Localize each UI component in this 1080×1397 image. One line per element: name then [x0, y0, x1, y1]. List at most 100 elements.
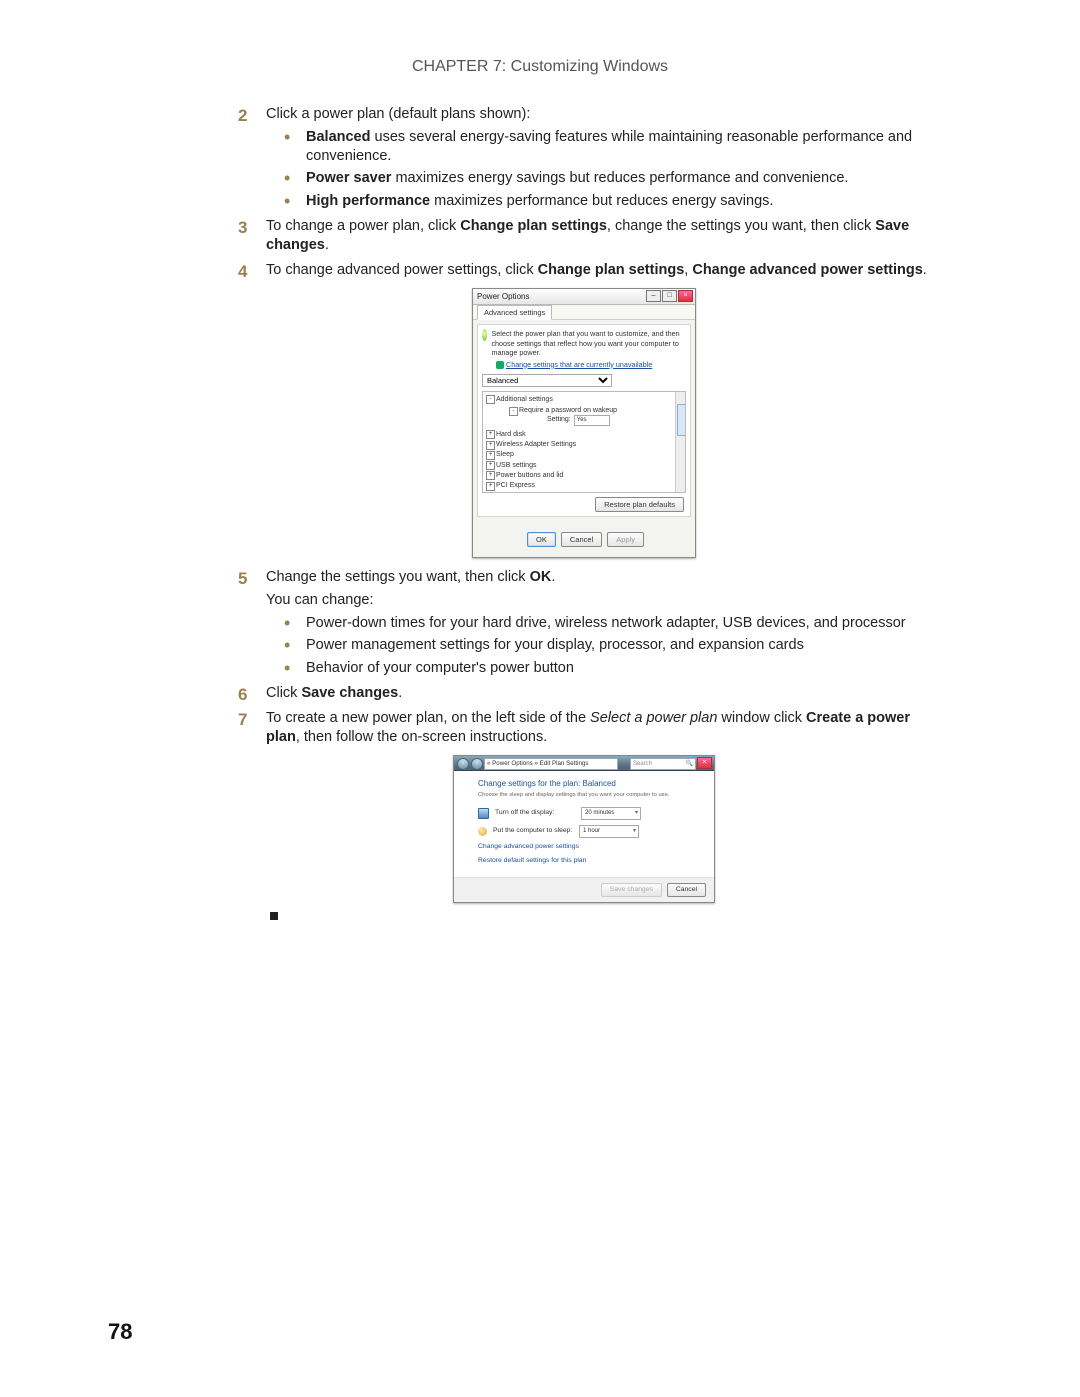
bullet-text: maximizes energy savings but reduces per…: [391, 170, 848, 186]
step-number: 3: [238, 217, 247, 239]
maximize-button[interactable]: □: [662, 290, 677, 302]
restore-defaults-button[interactable]: Restore plan defaults: [595, 497, 684, 512]
step-number: 5: [238, 568, 247, 590]
scrollbar-thumb[interactable]: [677, 404, 686, 436]
tree-item[interactable]: Sleep: [496, 451, 514, 458]
bullet-item: Behavior of your computer's power button: [266, 659, 930, 678]
step-number: 7: [238, 709, 247, 731]
close-button[interactable]: ×: [697, 757, 712, 769]
tree-toggle-icon[interactable]: +: [486, 482, 495, 491]
step-text: To change a power plan, click Change pla…: [266, 218, 909, 253]
step-number: 4: [238, 261, 247, 283]
edit-plan-settings-window: ‹ › « Power Options » Edit Plan Settings…: [453, 755, 715, 903]
sleep-row: Put the computer to sleep: 1 hour: [478, 825, 690, 838]
bullet-item: Balanced uses several energy-saving feat…: [266, 128, 930, 166]
restore-defaults-link[interactable]: Restore default settings for this plan: [478, 857, 690, 866]
step-6: 6 Click Save changes.: [238, 684, 930, 703]
page-number: 78: [108, 1319, 132, 1345]
display-off-dropdown[interactable]: 20 minutes: [581, 807, 641, 820]
bullet-bold: High performance: [306, 193, 430, 209]
save-changes-button[interactable]: Save changes: [601, 883, 662, 897]
display-off-row: Turn off the display: 20 minutes: [478, 807, 690, 820]
step-number: 2: [238, 105, 247, 127]
cancel-button[interactable]: Cancel: [561, 532, 602, 547]
document-page: CHAPTER 7: Customizing Windows 2 Click a…: [0, 0, 1080, 1397]
page-header: CHAPTER 7: Customizing Windows: [0, 58, 1080, 76]
search-icon: 🔍: [686, 759, 693, 769]
uac-link[interactable]: Change settings that are currently unava…: [496, 360, 686, 370]
nav-forward-icon[interactable]: ›: [471, 758, 483, 770]
tree-item[interactable]: Wireless Adapter Settings: [496, 441, 576, 448]
tab-advanced-settings[interactable]: Advanced settings: [477, 305, 552, 320]
search-input[interactable]: Search🔍: [630, 758, 696, 770]
window-chrome: ‹ › « Power Options » Edit Plan Settings…: [454, 756, 714, 771]
step-text: To create a new power plan, on the left …: [266, 710, 910, 745]
subheading: Choose the sleep and display settings th…: [478, 792, 690, 800]
end-of-section: [238, 907, 930, 926]
step-3: 3 To change a power plan, click Change p…: [238, 217, 930, 255]
breadcrumb[interactable]: « Power Options » Edit Plan Settings: [484, 758, 618, 770]
dialog-title: Power Options: [477, 292, 529, 301]
step-5: 5 Change the settings you want, then cli…: [238, 568, 930, 678]
tree-item[interactable]: Require a password on wakeup: [519, 407, 617, 414]
bullet-text: maximizes performance but reduces energy…: [430, 193, 773, 209]
tree-toggle-icon[interactable]: -: [509, 407, 518, 416]
shield-icon: [496, 361, 504, 369]
bullet-item: Power saver maximizes energy savings but…: [266, 169, 930, 188]
bullet-bold: Power saver: [306, 170, 391, 186]
settings-tree[interactable]: -Additional settings -Require a password…: [482, 391, 686, 493]
tree-item[interactable]: Power buttons and lid: [496, 472, 563, 479]
step-7: 7 To create a new power plan, on the lef…: [238, 709, 930, 747]
end-mark-icon: [270, 912, 278, 920]
row-label: Put the computer to sleep:: [493, 827, 573, 836]
step-2: 2 Click a power plan (default plans show…: [238, 105, 930, 211]
step-4: 4 To change advanced power settings, cli…: [238, 261, 930, 280]
minimize-button[interactable]: –: [646, 290, 661, 302]
power-options-dialog: Power Options – □ × Advanced settings Se…: [472, 288, 696, 558]
moon-icon: [478, 827, 487, 836]
tree-toggle-icon[interactable]: +: [486, 492, 495, 493]
tab-row: Advanced settings: [473, 305, 695, 320]
apply-button[interactable]: Apply: [607, 532, 644, 547]
nav-back-icon[interactable]: ‹: [457, 758, 469, 770]
step-text: To change advanced power settings, click…: [266, 262, 927, 278]
cancel-button[interactable]: Cancel: [667, 883, 706, 897]
tree-item[interactable]: USB settings: [496, 462, 536, 469]
step-number: 6: [238, 684, 247, 706]
bullet-text: uses several energy-saving features whil…: [306, 129, 912, 164]
tree-toggle-icon[interactable]: +: [486, 471, 495, 480]
info-text: Select the power plan that you want to c…: [491, 329, 686, 358]
step-text: Click Save changes.: [266, 685, 402, 701]
monitor-icon: [478, 808, 489, 819]
tree-toggle-icon[interactable]: +: [486, 441, 495, 450]
advanced-settings-link[interactable]: Change advanced power settings: [478, 843, 690, 852]
row-label: Turn off the display:: [495, 809, 575, 818]
heading: Change settings for the plan: Balanced: [478, 779, 690, 790]
tree-item[interactable]: Hard disk: [496, 431, 526, 438]
tree-item[interactable]: PCI Express: [496, 482, 535, 489]
setting-dropdown[interactable]: Yes: [574, 415, 610, 426]
tree-toggle-icon[interactable]: -: [486, 395, 495, 404]
sleep-dropdown[interactable]: 1 hour: [579, 825, 639, 838]
tree-toggle-icon[interactable]: +: [486, 430, 495, 439]
close-button[interactable]: ×: [678, 290, 693, 302]
scrollbar[interactable]: [675, 392, 685, 492]
dialog-title-bar: Power Options – □ ×: [473, 289, 695, 305]
ok-button[interactable]: OK: [527, 532, 556, 547]
bullet-item: High performance maximizes performance b…: [266, 192, 930, 211]
step-text: Click a power plan (default plans shown)…: [266, 106, 530, 122]
tree-toggle-icon[interactable]: +: [486, 451, 495, 460]
bullet-item: Power management settings for your displ…: [266, 636, 930, 655]
step-text: Change the settings you want, then click…: [266, 569, 555, 585]
bullet-bold: Balanced: [306, 129, 370, 145]
info-row: Select the power plan that you want to c…: [482, 329, 686, 358]
tree-toggle-icon[interactable]: +: [486, 461, 495, 470]
plan-select[interactable]: Balanced: [482, 374, 612, 387]
page-content: 2 Click a power plan (default plans show…: [238, 105, 930, 926]
tree-item[interactable]: Processor power management: [496, 492, 591, 493]
bullet-item: Power-down times for your hard drive, wi…: [266, 614, 930, 633]
power-icon: [482, 329, 487, 341]
step-subtext: You can change:: [266, 591, 930, 610]
tree-setting-row: Setting:Yes: [519, 415, 679, 426]
tree-item[interactable]: Additional settings: [496, 396, 553, 403]
